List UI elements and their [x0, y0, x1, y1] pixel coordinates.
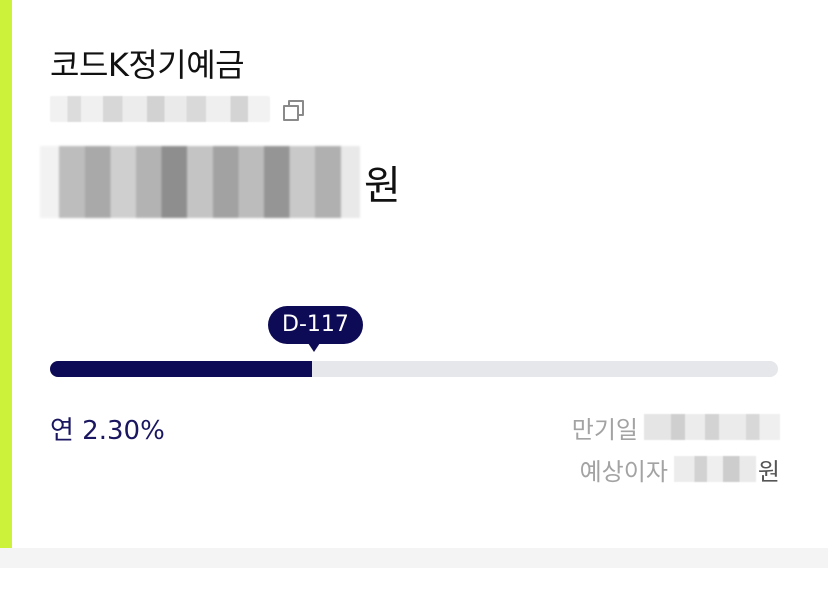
card-accent-bar	[0, 0, 12, 548]
deposit-details: 만기일 예상이자 원	[572, 410, 780, 486]
expected-interest-row: 예상이자 원	[572, 452, 780, 486]
balance-row: 원	[40, 146, 401, 218]
masked-account-number	[50, 96, 270, 122]
masked-balance-amount	[40, 146, 360, 218]
masked-interest-amount	[673, 456, 756, 482]
copy-icon[interactable]	[282, 98, 304, 121]
account-number-row	[50, 96, 304, 122]
progress-fill	[50, 361, 313, 377]
product-title: 코드K정기예금	[50, 46, 245, 84]
masked-maturity-date	[644, 414, 780, 440]
interest-unit: 원	[757, 457, 780, 486]
maturity-progress-bar	[50, 361, 778, 377]
interest-rate: 연 2.30%	[50, 416, 165, 446]
maturity-label: 만기일	[571, 415, 638, 444]
maturity-date-row: 만기일	[572, 410, 780, 444]
section-divider	[0, 548, 828, 568]
d-day-badge: D-117	[268, 306, 363, 352]
expected-interest-label: 예상이자	[579, 457, 668, 486]
currency-unit: 원	[364, 163, 401, 209]
